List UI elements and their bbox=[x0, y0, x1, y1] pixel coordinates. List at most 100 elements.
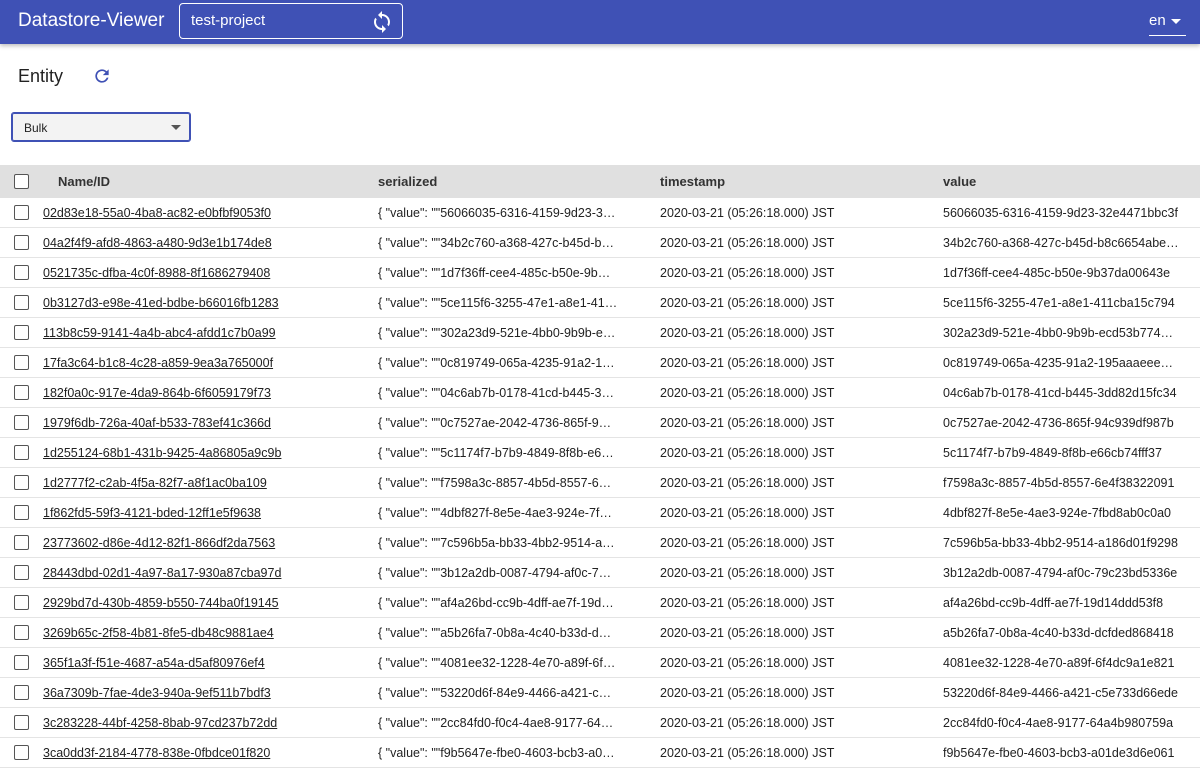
entity-key-link[interactable]: 3ca0dd3f-2184-4778-838e-0fbdce01f820 bbox=[43, 746, 343, 760]
entity-key-link[interactable]: 02d83e18-55a0-4ba8-ac82-e0bfbf9053f0 bbox=[43, 206, 343, 220]
row-checkbox[interactable] bbox=[14, 475, 29, 490]
serialized-cell: { "value": ""5ce115f6-3255-47e1-a8e1-41… bbox=[378, 296, 618, 310]
timestamp-cell: 2020-03-21 (05:26:18.000) JST bbox=[660, 686, 835, 700]
serialized-cell: { "value": ""04c6ab7b-0178-41cd-b445-3… bbox=[378, 386, 614, 400]
entity-key-link[interactable]: 1d2777f2-c2ab-4f5a-82f7-a8f1ac0ba109 bbox=[43, 476, 343, 490]
entity-key-link[interactable]: 17fa3c64-b1c8-4c28-a859-9ea3a765000f bbox=[43, 356, 343, 370]
value-cell: a5b26fa7-0b8a-4c40-b33d-dcfded868418 bbox=[943, 626, 1174, 640]
table-row[interactable]: 113b8c59-9141-4a4b-abc4-afdd1c7b0a99 { "v… bbox=[0, 318, 1200, 348]
serialized-cell: { "value": ""56066035-6316-4159-9d23-3… bbox=[378, 206, 616, 220]
row-checkbox[interactable] bbox=[14, 535, 29, 550]
entity-key-link[interactable]: 0521735c-dfba-4c0f-8988-8f1686279408 bbox=[43, 266, 343, 280]
table-row[interactable]: 1979f6db-726a-40af-b533-783ef41c366d { "v… bbox=[0, 408, 1200, 438]
row-checkbox[interactable] bbox=[14, 325, 29, 340]
chevron-down-icon bbox=[171, 125, 181, 130]
timestamp-cell: 2020-03-21 (05:26:18.000) JST bbox=[660, 356, 835, 370]
row-checkbox[interactable] bbox=[14, 565, 29, 580]
entity-key-link[interactable]: 2929bd7d-430b-4859-b550-744ba0f19145 bbox=[43, 596, 343, 610]
entity-key-link[interactable]: 1979f6db-726a-40af-b533-783ef41c366d bbox=[43, 416, 343, 430]
column-header-value[interactable]: value bbox=[943, 174, 976, 189]
table-row[interactable]: 23773602-d86e-4d12-82f1-866df2da7563 { "v… bbox=[0, 528, 1200, 558]
table-row[interactable]: 182f0a0c-917e-4da9-864b-6f6059179f73 { "v… bbox=[0, 378, 1200, 408]
entity-key-link[interactable]: 182f0a0c-917e-4da9-864b-6f6059179f73 bbox=[43, 386, 343, 400]
entity-key-link[interactable]: 1d255124-68b1-431b-9425-4a86805a9c9b bbox=[43, 446, 343, 460]
value-cell: f7598a3c-8857-4b5d-8557-6e4f38322091 bbox=[943, 476, 1175, 490]
table-row[interactable]: 36a7309b-7fae-4de3-940a-9ef511b7bdf3 { "v… bbox=[0, 678, 1200, 708]
timestamp-cell: 2020-03-21 (05:26:18.000) JST bbox=[660, 236, 835, 250]
row-checkbox[interactable] bbox=[14, 715, 29, 730]
entity-key-link[interactable]: 28443dbd-02d1-4a97-8a17-930a87cba97d bbox=[43, 566, 343, 580]
row-checkbox[interactable] bbox=[14, 445, 29, 460]
value-cell: 04c6ab7b-0178-41cd-b445-3dd82d15fc34 bbox=[943, 386, 1177, 400]
entity-key-link[interactable]: 365f1a3f-f51e-4687-a54a-d5af80976ef4 bbox=[43, 656, 343, 670]
serialized-cell: { "value": ""a5b26fa7-0b8a-4c40-b33d-d… bbox=[378, 626, 612, 640]
timestamp-cell: 2020-03-21 (05:26:18.000) JST bbox=[660, 566, 835, 580]
table-row[interactable]: 365f1a3f-f51e-4687-a54a-d5af80976ef4 { "v… bbox=[0, 648, 1200, 678]
value-cell: 5c1174f7-b7b9-4849-8f8b-e66cb74fff37 bbox=[943, 446, 1162, 460]
serialized-cell: { "value": ""1d7f36ff-cee4-485c-b50e-9b… bbox=[378, 266, 611, 280]
timestamp-cell: 2020-03-21 (05:26:18.000) JST bbox=[660, 326, 835, 340]
row-checkbox[interactable] bbox=[14, 385, 29, 400]
language-select[interactable]: en bbox=[1149, 12, 1186, 36]
serialized-cell: { "value": ""5c1174f7-b7b9-4849-8f8b-e6… bbox=[378, 446, 614, 460]
timestamp-cell: 2020-03-21 (05:26:18.000) JST bbox=[660, 626, 835, 640]
kind-select[interactable]: Bulk bbox=[11, 112, 191, 142]
project-reload-button[interactable] bbox=[370, 10, 394, 34]
chevron-down-icon bbox=[1171, 19, 1181, 24]
row-checkbox[interactable] bbox=[14, 205, 29, 220]
refresh-button[interactable] bbox=[92, 66, 112, 86]
table-row[interactable]: 28443dbd-02d1-4a97-8a17-930a87cba97d { "v… bbox=[0, 558, 1200, 588]
table-row[interactable]: 2929bd7d-430b-4859-b550-744ba0f19145 { "v… bbox=[0, 588, 1200, 618]
entity-key-link[interactable]: 1f862fd5-59f3-4121-bded-12ff1e5f9638 bbox=[43, 506, 343, 520]
column-header-serialized[interactable]: serialized bbox=[378, 174, 437, 189]
entity-key-link[interactable]: 04a2f4f9-afd8-4863-a480-9d3e1b174de8 bbox=[43, 236, 343, 250]
entity-key-link[interactable]: 3c283228-44bf-4258-8bab-97cd237b72dd bbox=[43, 716, 343, 730]
serialized-cell: { "value": ""f7598a3c-8857-4b5d-8557-6… bbox=[378, 476, 612, 490]
value-cell: 4dbf827f-8e5e-4ae3-924e-7fbd8ab0c0a0 bbox=[943, 506, 1171, 520]
row-checkbox[interactable] bbox=[14, 595, 29, 610]
timestamp-cell: 2020-03-21 (05:26:18.000) JST bbox=[660, 296, 835, 310]
timestamp-cell: 2020-03-21 (05:26:18.000) JST bbox=[660, 416, 835, 430]
entity-key-link[interactable]: 36a7309b-7fae-4de3-940a-9ef511b7bdf3 bbox=[43, 686, 343, 700]
timestamp-cell: 2020-03-21 (05:26:18.000) JST bbox=[660, 386, 835, 400]
row-checkbox[interactable] bbox=[14, 745, 29, 760]
app-title: Datastore-Viewer bbox=[18, 10, 165, 31]
select-all-checkbox[interactable] bbox=[14, 174, 29, 189]
row-checkbox[interactable] bbox=[14, 235, 29, 250]
timestamp-cell: 2020-03-21 (05:26:18.000) JST bbox=[660, 656, 835, 670]
table-row[interactable]: 3ca0dd3f-2184-4778-838e-0fbdce01f820 { "v… bbox=[0, 738, 1200, 768]
table-row[interactable]: 1d255124-68b1-431b-9425-4a86805a9c9b { "v… bbox=[0, 438, 1200, 468]
timestamp-cell: 2020-03-21 (05:26:18.000) JST bbox=[660, 206, 835, 220]
table-row[interactable]: 04a2f4f9-afd8-4863-a480-9d3e1b174de8 { "v… bbox=[0, 228, 1200, 258]
serialized-cell: { "value": ""4dbf827f-8e5e-4ae3-924e-7f… bbox=[378, 506, 612, 520]
table-row[interactable]: 02d83e18-55a0-4ba8-ac82-e0bfbf9053f0 { "v… bbox=[0, 198, 1200, 228]
column-header-name[interactable]: Name/ID bbox=[58, 174, 110, 189]
row-checkbox[interactable] bbox=[14, 505, 29, 520]
table-row[interactable]: 0521735c-dfba-4c0f-8988-8f1686279408 { "v… bbox=[0, 258, 1200, 288]
row-checkbox[interactable] bbox=[14, 265, 29, 280]
project-input[interactable] bbox=[191, 12, 361, 29]
table-row[interactable]: 1d2777f2-c2ab-4f5a-82f7-a8f1ac0ba109 { "v… bbox=[0, 468, 1200, 498]
table-row[interactable]: 0b3127d3-e98e-41ed-bdbe-b66016fb1283 { "v… bbox=[0, 288, 1200, 318]
table-row[interactable]: 3c283228-44bf-4258-8bab-97cd237b72dd { "v… bbox=[0, 708, 1200, 738]
refresh-icon bbox=[95, 69, 109, 83]
table-row[interactable]: 17fa3c64-b1c8-4c28-a859-9ea3a765000f { "v… bbox=[0, 348, 1200, 378]
row-checkbox[interactable] bbox=[14, 655, 29, 670]
row-checkbox[interactable] bbox=[14, 685, 29, 700]
entity-key-link[interactable]: 113b8c59-9141-4a4b-abc4-afdd1c7b0a99 bbox=[43, 326, 343, 340]
entity-key-link[interactable]: 0b3127d3-e98e-41ed-bdbe-b66016fb1283 bbox=[43, 296, 343, 310]
table-row[interactable]: 1f862fd5-59f3-4121-bded-12ff1e5f9638 { "v… bbox=[0, 498, 1200, 528]
row-checkbox[interactable] bbox=[14, 415, 29, 430]
entity-key-link[interactable]: 3269b65c-2f58-4b81-8fe5-db48c9881ae4 bbox=[43, 626, 343, 640]
value-cell: 7c596b5a-bb33-4bb2-9514-a186d01f9298 bbox=[943, 536, 1178, 550]
project-selector bbox=[179, 3, 403, 39]
row-checkbox[interactable] bbox=[14, 625, 29, 640]
entity-key-link[interactable]: 23773602-d86e-4d12-82f1-866df2da7563 bbox=[43, 536, 343, 550]
row-checkbox[interactable] bbox=[14, 295, 29, 310]
row-checkbox[interactable] bbox=[14, 355, 29, 370]
timestamp-cell: 2020-03-21 (05:26:18.000) JST bbox=[660, 506, 835, 520]
table-row[interactable]: 3269b65c-2f58-4b81-8fe5-db48c9881ae4 { "v… bbox=[0, 618, 1200, 648]
app-bar: Datastore-Viewer en bbox=[0, 0, 1200, 44]
column-header-timestamp[interactable]: timestamp bbox=[660, 174, 725, 189]
value-cell: 1d7f36ff-cee4-485c-b50e-9b37da00643e bbox=[943, 266, 1171, 280]
